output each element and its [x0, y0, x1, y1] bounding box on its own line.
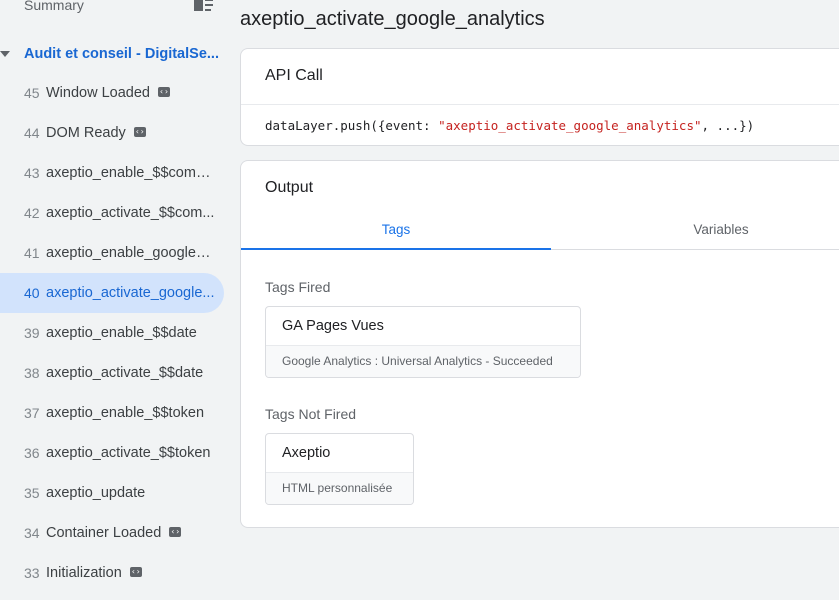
- fired-tag-card[interactable]: GA Pages Vues Google Analytics : Univers…: [265, 306, 581, 378]
- event-name-text: axeptio_activate_$$date: [46, 365, 204, 381]
- event-number: 40: [24, 285, 40, 301]
- event-number: 45: [24, 85, 40, 101]
- api-call-title: API Call: [265, 67, 323, 84]
- event-number: 42: [24, 205, 40, 221]
- event-item[interactable]: 44 DOM Ready ‹›: [0, 113, 224, 153]
- code-prefix: dataLayer.push({event:: [265, 118, 439, 133]
- event-name: Initialization ‹›: [46, 553, 142, 593]
- tags-fired-label: Tags Fired: [265, 279, 331, 295]
- tags-not-fired-label: Tags Not Fired: [265, 406, 357, 422]
- event-name: Container Loaded ‹›: [46, 513, 182, 553]
- event-number: 36: [24, 445, 40, 461]
- event-number: 35: [24, 485, 40, 501]
- event-name-text: axeptio_activate_$$token: [46, 445, 211, 461]
- event-item[interactable]: 35 axeptio_update: [0, 473, 224, 513]
- event-name: axeptio_enable_google_...: [46, 233, 216, 273]
- container-name: Audit et conseil - DigitalSe...: [24, 46, 219, 62]
- event-item[interactable]: 39 axeptio_enable_$$date: [0, 313, 224, 353]
- event-item[interactable]: 34 Container Loaded ‹›: [0, 513, 224, 553]
- event-item[interactable]: 41 axeptio_enable_google_...: [0, 233, 224, 273]
- event-name-text: axeptio_activate_google...: [46, 285, 215, 301]
- page-title: axeptio_activate_google_analytics: [240, 8, 545, 30]
- event-item[interactable]: 38 axeptio_activate_$$date: [0, 353, 224, 393]
- tab-variables[interactable]: Variables: [551, 213, 839, 249]
- event-number: 34: [24, 525, 40, 541]
- output-card: Output Tags Variables Tags Fired GA Page…: [240, 160, 839, 528]
- event-name-text: axeptio_update: [46, 485, 146, 501]
- event-item[interactable]: 36 axeptio_activate_$$token: [0, 433, 224, 473]
- tab-tags[interactable]: Tags: [241, 213, 551, 250]
- api-call-code: dataLayer.push({event: "axeptio_activate…: [265, 117, 754, 135]
- event-number: 38: [24, 365, 40, 381]
- event-number: 43: [24, 165, 40, 181]
- output-title: Output: [265, 179, 314, 196]
- tag-name: Axeptio: [266, 434, 413, 473]
- tag-name: GA Pages Vues: [266, 307, 580, 346]
- code-brackets-icon: ‹›: [133, 127, 146, 138]
- event-number: 44: [24, 125, 40, 141]
- event-name-text: axeptio_activate_$$com...: [46, 205, 215, 221]
- summary-label: Summary: [24, 0, 84, 13]
- event-item[interactable]: 40 axeptio_activate_google...: [0, 273, 224, 313]
- event-name: axeptio_activate_$$com...: [46, 193, 214, 233]
- event-number: 37: [24, 405, 40, 421]
- event-item[interactable]: 33 Initialization ‹›: [0, 553, 224, 593]
- summary-item[interactable]: Summary: [0, 0, 232, 20]
- tag-type: HTML personnalisée: [266, 473, 413, 504]
- event-item[interactable]: 45 Window Loaded ‹›: [0, 73, 224, 113]
- code-brackets-icon: ‹›: [129, 567, 142, 578]
- container-item[interactable]: Audit et conseil - DigitalSe...: [0, 40, 232, 68]
- event-name: axeptio_update: [46, 473, 145, 513]
- code-suffix: , ...}): [701, 118, 755, 133]
- sidebar: Summary Audit et conseil - DigitalSe... …: [0, 0, 232, 600]
- event-name-text: axeptio_enable_$$date: [46, 325, 197, 341]
- divider: [241, 104, 839, 105]
- output-tabs: Tags Variables: [241, 213, 839, 250]
- event-item[interactable]: 43 axeptio_enable_$$comp...: [0, 153, 224, 193]
- event-name: axeptio_enable_$$date: [46, 313, 197, 353]
- event-name-text: axeptio_enable_$$comp...: [46, 165, 216, 181]
- code-event-string: "axeptio_activate_google_analytics": [438, 118, 702, 133]
- event-name: axeptio_activate_google...: [46, 273, 215, 313]
- event-name-text: axeptio_enable_google_...: [46, 245, 216, 261]
- event-number: 41: [24, 245, 40, 261]
- summary-list-icon[interactable]: [194, 0, 214, 13]
- caret-down-icon[interactable]: [0, 51, 10, 57]
- event-name: Window Loaded ‹›: [46, 73, 170, 113]
- event-name-text: Container Loaded: [46, 525, 162, 541]
- event-name-text: Window Loaded: [46, 85, 150, 101]
- tag-type: Google Analytics : Universal Analytics -…: [266, 346, 580, 377]
- code-brackets-icon: ‹›: [169, 527, 182, 538]
- event-number: 39: [24, 325, 40, 341]
- code-brackets-icon: ‹›: [158, 87, 170, 98]
- event-name: DOM Ready ‹›: [46, 113, 146, 153]
- event-name: axeptio_enable_$$token: [46, 393, 204, 433]
- event-name-text: DOM Ready: [46, 125, 126, 141]
- event-number: 33: [24, 565, 40, 581]
- event-item[interactable]: 37 axeptio_enable_$$token: [0, 393, 224, 433]
- event-item[interactable]: 42 axeptio_activate_$$com...: [0, 193, 224, 233]
- event-name-text: axeptio_enable_$$token: [46, 405, 205, 421]
- event-name: axeptio_enable_$$comp...: [46, 153, 216, 193]
- not-fired-tag-card[interactable]: Axeptio HTML personnalisée: [265, 433, 414, 505]
- api-call-card: API Call dataLayer.push({event: "axeptio…: [240, 48, 839, 146]
- event-name: axeptio_activate_$$token: [46, 433, 210, 473]
- event-name: axeptio_activate_$$date: [46, 353, 203, 393]
- event-name-text: Initialization: [46, 565, 122, 581]
